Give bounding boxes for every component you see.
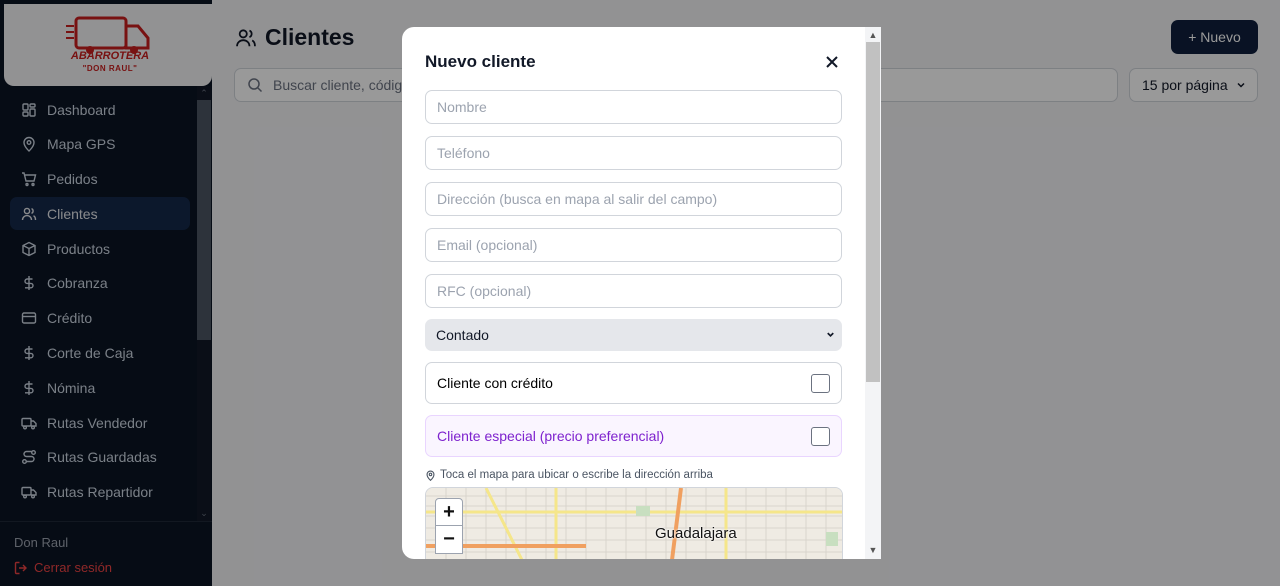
chevron-up-icon[interactable]: ▲	[866, 29, 880, 41]
special-client-checkbox[interactable]	[811, 427, 830, 446]
special-client-label: Cliente especial (precio preferencial)	[437, 428, 665, 444]
map-pin-icon	[426, 470, 435, 481]
new-client-modal: Nuevo cliente Contado Cliente con crédit…	[402, 27, 881, 559]
modal-scroll-thumb[interactable]	[866, 42, 880, 382]
map-tiles	[426, 488, 842, 559]
location-map[interactable]: + − Guadalajara	[425, 487, 843, 559]
phone-input[interactable]	[437, 145, 841, 161]
email-field	[425, 228, 842, 262]
zoom-out-button[interactable]: −	[435, 526, 463, 554]
map-city-label: Guadalajara	[655, 525, 737, 542]
chevron-down-icon[interactable]: ▼	[866, 544, 880, 556]
name-field	[425, 90, 842, 124]
zoom-in-button[interactable]: +	[435, 498, 463, 526]
email-input[interactable]	[437, 237, 841, 253]
credit-client-label: Cliente con crédito	[437, 375, 553, 391]
rfc-field	[425, 274, 842, 308]
payment-type-select[interactable]: Contado	[425, 319, 842, 351]
credit-client-checkbox[interactable]	[811, 374, 830, 393]
credit-client-row[interactable]: Cliente con crédito	[425, 362, 842, 404]
phone-field	[425, 136, 842, 170]
payment-type-value: Contado	[436, 327, 489, 343]
name-input[interactable]	[437, 99, 841, 115]
close-icon[interactable]	[823, 53, 841, 71]
address-input[interactable]	[437, 191, 841, 207]
special-client-row[interactable]: Cliente especial (precio preferencial)	[425, 415, 842, 457]
rfc-input[interactable]	[437, 283, 841, 299]
modal-title: Nuevo cliente	[425, 52, 536, 71]
address-field	[425, 182, 842, 216]
chevron-down-icon	[827, 332, 834, 338]
map-hint: Toca el mapa para ubicar o escribe la di…	[425, 469, 713, 481]
map-hint-text: Toca el mapa para ubicar o escribe la di…	[440, 469, 713, 481]
